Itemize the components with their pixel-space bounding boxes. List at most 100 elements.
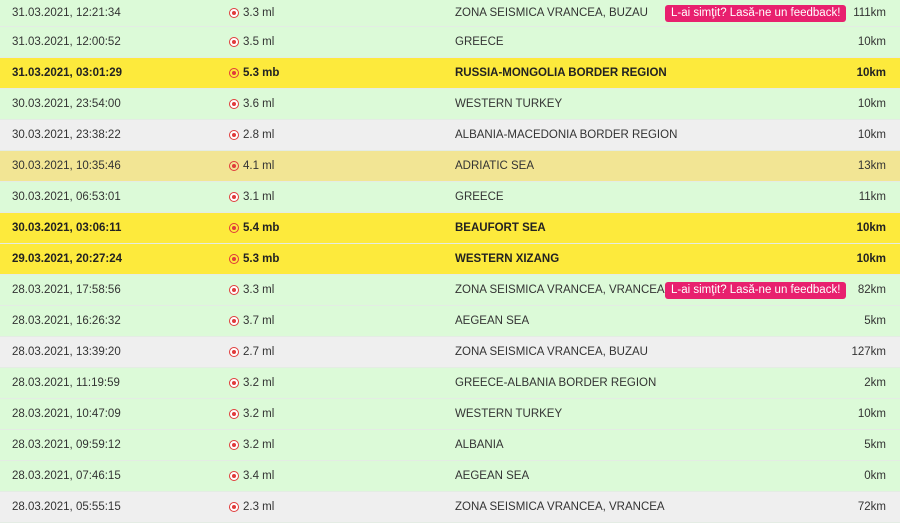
magnitude-target-icon: [229, 161, 239, 171]
magnitude-target-icon: [229, 99, 239, 109]
event-magnitude: 3.3 ml: [229, 0, 274, 26]
event-depth: 5km: [864, 315, 886, 327]
event-magnitude: 5.3 mb: [229, 244, 279, 274]
table-row[interactable]: 28.03.2021, 17:58:56 3.3 ml ZONA SEISMICA …: [0, 275, 900, 306]
event-time: 31.03.2021, 12:21:34: [12, 7, 121, 19]
table-row[interactable]: 31.03.2021, 12:21:34 3.3 ml ZONA SEISMICA …: [0, 0, 900, 27]
table-row[interactable]: 30.03.2021, 10:35:46 4.1 ml ADRIATIC SEA 13…: [0, 151, 900, 182]
magnitude-target-icon: [229, 285, 239, 295]
magnitude-target-icon: [229, 378, 239, 388]
event-region: ZONA SEISMICA VRANCEA, VRANCEA: [455, 284, 665, 296]
event-region: RUSSIA-MONGOLIA BORDER REGION: [455, 67, 667, 79]
table-row[interactable]: 30.03.2021, 03:06:11 5.4 mb BEAUFORT SEA 10…: [0, 213, 900, 244]
event-region: ALBANIA: [455, 439, 504, 451]
event-time: 30.03.2021, 03:06:11: [12, 222, 122, 234]
event-magnitude: 2.7 ml: [229, 337, 274, 367]
event-magnitude: 3.4 ml: [229, 461, 274, 491]
magnitude-target-icon: [229, 37, 239, 47]
feedback-cell: L-ai simţit? Lasă-ne un feedback!: [665, 275, 847, 305]
event-time: 28.03.2021, 09:59:12: [12, 439, 121, 451]
event-magnitude: 3.5 ml: [229, 27, 274, 57]
magnitude-value: 3.6 ml: [243, 98, 275, 110]
table-row[interactable]: 28.03.2021, 10:47:09 3.2 ml WESTERN TURKEY…: [0, 399, 900, 430]
event-time: 28.03.2021, 11:19:59: [12, 377, 120, 389]
magnitude-target-icon: [229, 347, 239, 357]
magnitude-target-icon: [229, 68, 239, 78]
table-row[interactable]: 30.03.2021, 23:54:00 3.6 ml WESTERN TURKEY…: [0, 89, 900, 120]
magnitude-value: 3.2 ml: [243, 377, 275, 389]
magnitude-value: 3.3 ml: [243, 7, 275, 19]
event-depth: 10km: [857, 36, 886, 48]
magnitude-value: 2.7 ml: [243, 346, 275, 358]
event-region: GREECE: [455, 36, 504, 48]
event-time: 28.03.2021, 16:26:32: [12, 315, 121, 327]
event-time: 31.03.2021, 12:00:52: [12, 36, 121, 48]
event-region: GREECE-ALBANIA BORDER REGION: [455, 377, 657, 389]
table-row[interactable]: 28.03.2021, 09:59:12 3.2 ml ALBANIA 5km: [0, 430, 900, 461]
magnitude-value: 2.3 ml: [243, 501, 275, 513]
magnitude-value: 4.1 ml: [243, 160, 275, 172]
table-row[interactable]: 29.03.2021, 20:27:24 5.3 mb WESTERN XIZANG…: [0, 244, 900, 275]
table-row[interactable]: 28.03.2021, 05:55:15 2.3 ml ZONA SEISMICA …: [0, 492, 900, 523]
magnitude-target-icon: [229, 316, 239, 326]
event-depth: 111km: [853, 7, 886, 19]
event-region: WESTERN XIZANG: [455, 253, 560, 265]
magnitude-value: 2.8 ml: [243, 129, 275, 141]
event-region: WESTERN TURKEY: [455, 408, 563, 420]
event-magnitude: 2.3 ml: [229, 492, 274, 522]
event-region: WESTERN TURKEY: [455, 98, 563, 110]
table-row[interactable]: 31.03.2021, 03:01:29 5.3 mb RUSSIA-MONGOLI…: [0, 58, 900, 89]
event-depth: 127km: [851, 346, 886, 358]
table-row[interactable]: 28.03.2021, 07:46:15 3.4 ml AEGEAN SEA 0km: [0, 461, 900, 492]
event-region: ZONA SEISMICA VRANCEA, BUZAU: [455, 7, 648, 19]
magnitude-value: 5.3 mb: [243, 253, 280, 265]
event-magnitude: 3.6 ml: [229, 89, 274, 119]
event-time: 28.03.2021, 13:39:20: [12, 346, 121, 358]
table-row[interactable]: 30.03.2021, 06:53:01 3.1 ml GREECE 11km: [0, 182, 900, 213]
magnitude-target-icon: [229, 409, 239, 419]
feedback-cell: L-ai simţit? Lasă-ne un feedback!: [665, 0, 847, 26]
event-magnitude: 4.1 ml: [229, 151, 274, 181]
event-depth: 5km: [864, 439, 886, 451]
event-depth: 13km: [857, 160, 886, 172]
event-depth: 10km: [856, 253, 886, 265]
event-depth: 10km: [856, 222, 886, 234]
magnitude-target-icon: [229, 471, 239, 481]
event-region: AEGEAN SEA: [455, 315, 530, 327]
event-region: BEAUFORT SEA: [455, 222, 546, 234]
table-row[interactable]: 28.03.2021, 16:26:32 3.7 ml AEGEAN SEA 5km: [0, 306, 900, 337]
event-depth: 2km: [864, 377, 886, 389]
magnitude-value: 3.4 ml: [243, 470, 275, 482]
magnitude-value: 3.1 ml: [243, 191, 275, 203]
magnitude-value: 5.3 mb: [243, 67, 280, 79]
feedback-button[interactable]: L-ai simţit? Lasă-ne un feedback!: [665, 281, 847, 299]
event-magnitude: 3.2 ml: [229, 430, 274, 460]
event-magnitude: 3.2 ml: [229, 399, 274, 429]
table-row[interactable]: 31.03.2021, 12:00:52 3.5 ml GREECE 10km: [0, 27, 900, 58]
event-time: 28.03.2021, 17:58:56: [12, 284, 121, 296]
event-depth: 82km: [857, 284, 886, 296]
event-depth: 10km: [857, 98, 886, 110]
event-time: 28.03.2021, 05:55:15: [12, 501, 121, 513]
event-depth: 10km: [857, 129, 886, 141]
table-row[interactable]: 28.03.2021, 13:39:20 2.7 ml ZONA SEISMICA …: [0, 337, 900, 368]
table-row[interactable]: 28.03.2021, 11:19:59 3.2 ml GREECE-ALBANIA…: [0, 368, 900, 399]
magnitude-value: 3.2 ml: [243, 439, 275, 451]
event-depth: 0km: [864, 470, 886, 482]
event-time: 28.03.2021, 07:46:15: [12, 470, 121, 482]
event-time: 29.03.2021, 20:27:24: [12, 253, 122, 265]
magnitude-value: 3.5 ml: [243, 36, 275, 48]
event-region: ZONA SEISMICA VRANCEA, VRANCEA: [455, 501, 665, 513]
magnitude-target-icon: [229, 502, 239, 512]
event-region: AEGEAN SEA: [455, 470, 530, 482]
table-row[interactable]: 30.03.2021, 23:38:22 2.8 ml ALBANIA-MACEDO…: [0, 120, 900, 151]
event-depth: 10km: [856, 67, 886, 79]
event-time: 31.03.2021, 03:01:29: [12, 67, 122, 79]
event-depth: 10km: [857, 408, 886, 420]
event-time: 30.03.2021, 06:53:01: [12, 191, 121, 203]
event-depth: 11km: [858, 191, 886, 203]
feedback-button[interactable]: L-ai simţit? Lasă-ne un feedback!: [665, 4, 847, 22]
magnitude-target-icon: [229, 223, 239, 233]
event-time: 30.03.2021, 23:38:22: [12, 129, 121, 141]
event-magnitude: 3.1 ml: [229, 182, 274, 212]
